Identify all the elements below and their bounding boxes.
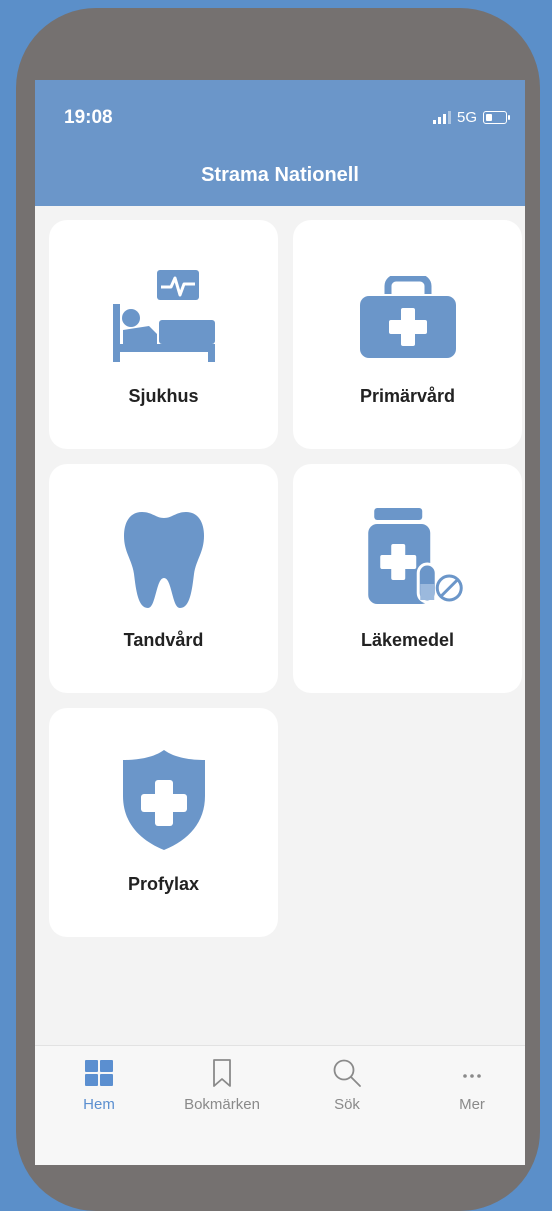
hospital-bed-icon bbox=[112, 270, 215, 362]
status-indicators: 5G bbox=[432, 109, 510, 126]
tile-label: Profylax bbox=[127, 874, 200, 894]
page-title: Strama Nationell bbox=[201, 164, 359, 186]
tab-label: Hem bbox=[83, 1096, 115, 1113]
tile-sjukhus[interactable]: Sjukhus bbox=[49, 220, 278, 449]
status-time: 19:08 bbox=[64, 107, 113, 128]
tab-label: Sök bbox=[334, 1096, 360, 1113]
medical-bag-icon bbox=[359, 276, 456, 358]
tab-label: Mer bbox=[459, 1096, 485, 1113]
grid-icon bbox=[85, 1060, 113, 1086]
tab-hem[interactable]: Hem bbox=[49, 1058, 149, 1113]
app-header: 19:08 5G Strama Nationell bbox=[35, 80, 525, 206]
tile-primarvard[interactable]: Primärvård bbox=[293, 220, 522, 449]
app-screen: 19:08 5G Strama Nationell Sjukhus Primär… bbox=[35, 80, 525, 1165]
search-icon bbox=[333, 1059, 361, 1087]
tab-mer[interactable]: Mer bbox=[422, 1058, 522, 1113]
battery-icon bbox=[483, 111, 510, 124]
signal-icon bbox=[432, 111, 451, 124]
shield-cross-icon bbox=[122, 750, 205, 850]
tile-label: Läkemedel bbox=[360, 630, 455, 650]
tooth-icon bbox=[123, 512, 204, 608]
more-icon bbox=[463, 1074, 481, 1078]
tile-profylax[interactable]: Profylax bbox=[49, 708, 278, 937]
bookmark-icon bbox=[213, 1059, 231, 1087]
tile-tandvard[interactable]: Tandvård bbox=[49, 464, 278, 693]
tile-lakemedel[interactable]: Läkemedel bbox=[293, 464, 522, 693]
tile-label: Sjukhus bbox=[128, 386, 199, 406]
tile-label: Tandvård bbox=[123, 630, 204, 650]
tab-sok[interactable]: Sök bbox=[297, 1058, 397, 1113]
tab-bokmarken[interactable]: Bokmärken bbox=[172, 1058, 272, 1113]
tab-label: Bokmärken bbox=[184, 1096, 260, 1113]
tile-label: Primärvård bbox=[359, 386, 456, 406]
tab-bar: Hem Bokmärken Sök Mer bbox=[35, 1045, 525, 1165]
network-label: 5G bbox=[456, 109, 477, 126]
medicine-bottle-icon bbox=[367, 508, 463, 604]
